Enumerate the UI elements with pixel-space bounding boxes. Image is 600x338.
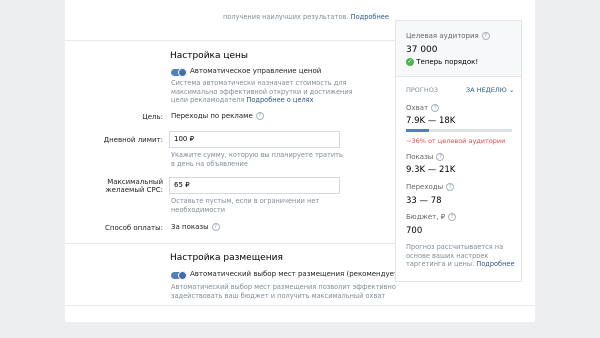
price-section-title: Настройка цены bbox=[170, 51, 249, 61]
daily-limit-hint: Укажите сумму, которую вы планируете тра… bbox=[171, 151, 343, 168]
payment-label: Способ оплаты: bbox=[104, 224, 163, 232]
divider bbox=[65, 243, 395, 244]
clicks-label-text: Переходы bbox=[406, 183, 444, 191]
divider bbox=[65, 305, 535, 306]
impressions-label: Показы? bbox=[406, 153, 445, 161]
max-cpc-label: Максимальный желаемый CPC: bbox=[65, 178, 163, 194]
clicks-value: 33 — 78 bbox=[406, 196, 442, 206]
help-icon[interactable]: ? bbox=[211, 223, 220, 231]
max-cpc-label-line2: желаемый CPC: bbox=[105, 186, 163, 194]
audience-value: 37 000 bbox=[406, 45, 438, 55]
reach-note: ~36% от целевой аудитории bbox=[406, 137, 506, 145]
top-note-text: получения наилучших результатов. bbox=[223, 13, 349, 21]
help-icon[interactable]: ? bbox=[255, 112, 264, 120]
help-icon[interactable]: ? bbox=[448, 213, 457, 221]
audience-label: Целевая аудитория? bbox=[406, 32, 490, 40]
impressions-value: 9.3K — 21K bbox=[406, 165, 456, 175]
status: ✓ Теперь порядок! bbox=[406, 58, 478, 66]
help-icon[interactable]: ? bbox=[481, 32, 490, 40]
auto-placement-label: Автоматический выбор мест размещения (ре… bbox=[190, 270, 409, 278]
reach-label-text: Охват bbox=[406, 104, 429, 112]
auto-placement-toggle[interactable] bbox=[171, 271, 187, 280]
divider bbox=[65, 40, 395, 41]
goal-label: Цель: bbox=[142, 113, 163, 121]
forecast-more-link[interactable]: Подробнее bbox=[476, 260, 514, 268]
impressions-label-text: Показы bbox=[406, 153, 434, 161]
help-icon[interactable]: ? bbox=[431, 104, 440, 112]
budget-label-text: Бюджет, ₽ bbox=[406, 213, 446, 221]
goal-value-text: Переходы по рекламе bbox=[171, 112, 253, 120]
chevron-down-icon: ⌄ bbox=[508, 86, 515, 94]
placement-section-title: Настройка размещения bbox=[170, 253, 283, 263]
top-note-link[interactable]: Подробнее bbox=[351, 13, 389, 21]
goal-value: Переходы по рекламе? bbox=[171, 112, 264, 120]
budget-label: Бюджет, ₽? bbox=[406, 213, 457, 221]
max-cpc-label-line1: Максимальный bbox=[107, 178, 163, 186]
auto-price-toggle[interactable] bbox=[171, 68, 187, 77]
daily-limit-input[interactable]: 100 ₽ bbox=[169, 131, 340, 148]
period-dropdown[interactable]: ЗА НЕДЕЛЮ ⌄ bbox=[466, 86, 514, 94]
budget-value: 700 bbox=[406, 226, 423, 236]
period-label: ЗА НЕДЕЛЮ bbox=[466, 86, 507, 94]
reach-label: Охват? bbox=[406, 104, 440, 112]
reach-value: 7.9K — 18K bbox=[406, 116, 456, 126]
status-text: Теперь порядок! bbox=[416, 58, 479, 66]
auto-price-label: Автоматическое управление ценой bbox=[190, 67, 322, 75]
payment-value-text: За показы bbox=[171, 223, 209, 231]
check-icon: ✓ bbox=[406, 58, 414, 66]
forecast-footer: Прогноз рассчитывается на основе ваших н… bbox=[406, 243, 516, 269]
daily-limit-label: Дневной лимит: bbox=[103, 136, 163, 144]
payment-value[interactable]: За показы? bbox=[171, 223, 220, 231]
reach-progress bbox=[406, 129, 512, 132]
help-icon[interactable]: ? bbox=[436, 153, 445, 161]
placement-desc: Автоматический выбор мест размещения поз… bbox=[171, 283, 396, 300]
forecast-panel: Целевая аудитория? 37 000 ✓ Теперь поряд… bbox=[395, 20, 522, 282]
auto-price-desc: Система автоматически назначает стоимост… bbox=[171, 79, 359, 105]
clicks-label: Переходы? bbox=[406, 183, 455, 191]
goals-link[interactable]: Подробнее о целях bbox=[246, 96, 313, 104]
help-icon[interactable]: ? bbox=[446, 183, 455, 191]
reach-progress-fill bbox=[406, 129, 430, 132]
max-cpc-input[interactable]: 65 ₽ bbox=[169, 177, 340, 194]
forecast-label: ПРОГНОЗ bbox=[406, 86, 439, 94]
audience-label-text: Целевая аудитория bbox=[406, 32, 479, 40]
max-cpc-hint: Оставьте пустым, если в ограничении нет … bbox=[171, 197, 320, 214]
